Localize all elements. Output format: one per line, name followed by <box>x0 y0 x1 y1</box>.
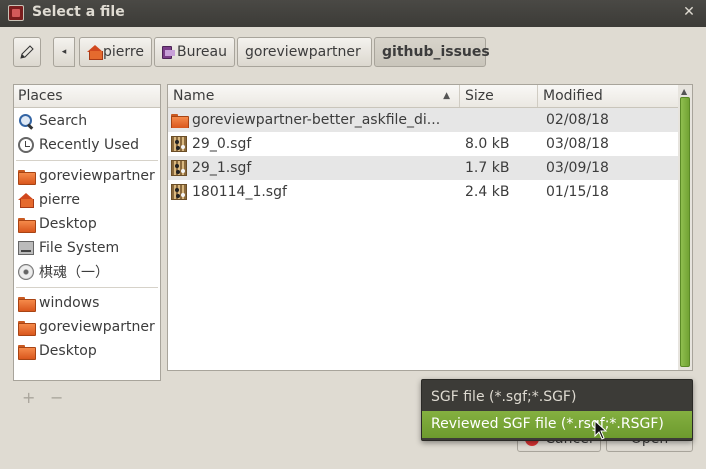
table-row[interactable]: goreviewpartner-better_askfile_di... 02/… <box>168 108 678 132</box>
edit-location-button[interactable] <box>13 37 41 67</box>
places-item-label: Desktop <box>39 343 97 359</box>
home-icon <box>87 45 104 60</box>
crumb-goreviewpartner[interactable]: goreviewpartner <box>237 37 372 67</box>
crumb-label: github_issues <box>382 44 490 60</box>
table-row[interactable]: 29_1.sgf 1.7 kB 03/09/18 <box>168 156 678 180</box>
places-separator <box>16 160 158 161</box>
folder-icon <box>18 344 36 360</box>
file-size: 1.7 kB <box>465 160 510 176</box>
places-item-search[interactable]: Search <box>14 109 160 133</box>
places-header[interactable]: Places <box>14 85 160 108</box>
table-row[interactable]: 180114_1.sgf 2.4 kB 01/15/18 <box>168 180 678 204</box>
crumb-label: pierre <box>103 44 144 60</box>
file-name: 180114_1.sgf <box>192 184 287 200</box>
window-title: Select a file <box>32 4 125 20</box>
column-header-modified[interactable]: Modified <box>538 85 678 107</box>
pencil-icon <box>20 45 34 59</box>
folder-icon <box>18 217 36 233</box>
places-item-goreviewpartner-bookmark[interactable]: goreviewpartner <box>14 315 160 339</box>
file-size: 2.4 kB <box>465 184 510 200</box>
filter-option-sgf[interactable]: SGF file (*.sgf;*.SGF) <box>422 384 692 411</box>
file-list-header: Name ▲ Size Modified <box>168 85 678 108</box>
places-item-pierre[interactable]: pierre <box>14 188 160 212</box>
home-icon <box>18 193 34 208</box>
title-bar: Select a file ✕ <box>0 0 706 27</box>
add-bookmark-button[interactable]: + <box>22 388 35 407</box>
mouse-cursor-icon <box>594 420 608 440</box>
places-item-label: goreviewpartner <box>39 319 155 335</box>
close-icon[interactable]: ✕ <box>680 3 698 21</box>
scrollbar-thumb[interactable] <box>680 97 690 367</box>
file-size: 8.0 kB <box>465 136 510 152</box>
places-item-label: Recently Used <box>39 137 140 153</box>
column-label: Name <box>173 88 215 104</box>
places-item-label: Desktop <box>39 216 97 232</box>
file-list-scrollbar[interactable]: ▲ <box>678 84 693 371</box>
column-header-size[interactable]: Size <box>460 85 538 107</box>
path-scroll-left-button[interactable]: ◂ <box>53 37 75 67</box>
places-item-cd[interactable]: 棋魂（一） <box>14 260 160 284</box>
file-modified: 02/08/18 <box>546 112 609 128</box>
crumb-bureau[interactable]: Bureau <box>154 37 235 67</box>
places-separator <box>16 287 158 288</box>
folder-icon <box>18 169 36 185</box>
places-item-label: pierre <box>39 192 80 208</box>
table-row[interactable]: 29_0.sgf 8.0 kB 03/08/18 <box>168 132 678 156</box>
scroll-up-icon[interactable]: ▲ <box>681 87 687 96</box>
folder-icon <box>18 296 36 312</box>
remove-bookmark-button[interactable]: − <box>50 388 63 407</box>
crumb-pierre[interactable]: pierre <box>79 37 152 67</box>
sgf-file-icon <box>171 184 187 200</box>
file-name: 29_1.sgf <box>192 160 252 176</box>
places-item-label: File System <box>39 240 120 256</box>
column-label: Modified <box>543 88 603 104</box>
file-modified: 03/08/18 <box>546 136 609 152</box>
places-panel: Places Search Recently Used goreviewpart… <box>13 84 161 381</box>
crumb-label: Bureau <box>177 44 227 60</box>
column-header-name[interactable]: Name ▲ <box>168 85 460 107</box>
places-item-desktop-bookmark[interactable]: Desktop <box>14 339 160 363</box>
folder-icon <box>18 320 36 336</box>
file-modified: 03/09/18 <box>546 160 609 176</box>
sgf-file-icon <box>171 136 187 152</box>
file-modified: 01/15/18 <box>546 184 609 200</box>
places-item-label: Search <box>39 113 88 129</box>
places-item-label: windows <box>39 295 100 311</box>
sort-ascending-icon: ▲ <box>443 91 450 101</box>
places-item-recently-used[interactable]: Recently Used <box>14 133 160 157</box>
app-icon <box>8 5 24 21</box>
cd-icon <box>18 264 34 280</box>
places-item-file-system[interactable]: File System <box>14 236 160 260</box>
search-icon <box>18 113 34 129</box>
places-item-label: goreviewpartner <box>39 168 155 184</box>
desktop-icon <box>162 45 175 59</box>
file-list: Name ▲ Size Modified goreviewpartner-bet… <box>167 84 678 371</box>
crumb-label: goreviewpartner <box>245 44 361 60</box>
recent-icon <box>18 137 34 153</box>
drive-icon <box>18 241 34 255</box>
sgf-file-icon <box>171 160 187 176</box>
places-item-desktop[interactable]: Desktop <box>14 212 160 236</box>
file-name: 29_0.sgf <box>192 136 252 152</box>
column-label: Size <box>465 88 494 104</box>
file-filter-dropdown: SGF file (*.sgf;*.SGF) Reviewed SGF file… <box>421 379 693 441</box>
filter-option-rsgf[interactable]: Reviewed SGF file (*.rsgf;*.RSGF) <box>422 411 692 438</box>
folder-icon <box>171 113 189 128</box>
file-name: goreviewpartner-better_askfile_di... <box>192 112 441 128</box>
places-item-goreviewpartner[interactable]: goreviewpartner <box>14 164 160 188</box>
places-item-windows[interactable]: windows <box>14 291 160 315</box>
crumb-github-issues[interactable]: github_issues <box>374 37 490 67</box>
places-item-label: 棋魂（一） <box>39 265 109 281</box>
